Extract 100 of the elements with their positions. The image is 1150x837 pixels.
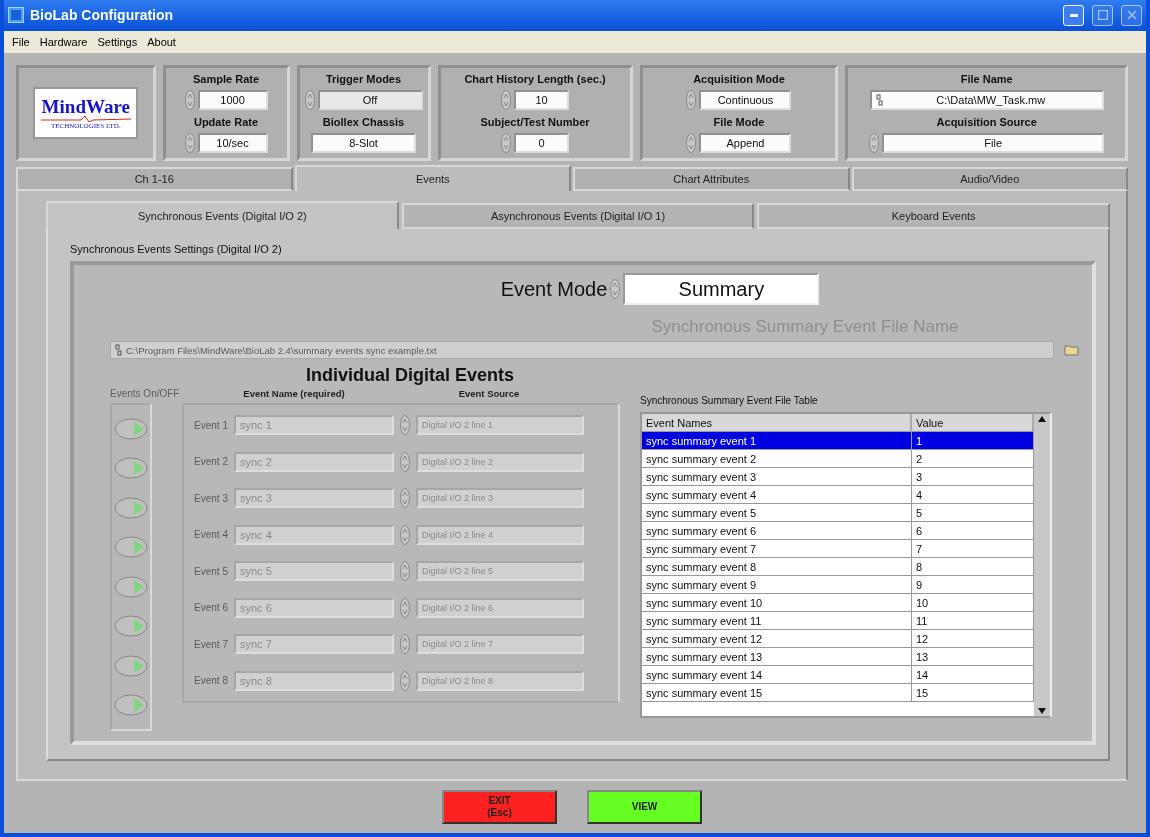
section-label: Synchronous Events Settings (Digital I/O 2): [70, 243, 283, 255]
scrollbar[interactable]: [1034, 414, 1050, 716]
field-label: File Name: [960, 72, 1013, 85]
field-label: Event Mode: [500, 277, 608, 301]
field-label: Acquisition Mode: [693, 72, 785, 85]
menu-item[interactable]: Hardware: [39, 35, 88, 48]
path-field[interactable]: C:\Program Files\MindWare\BioLab 2.4\summary events sync example.txt: [110, 341, 1054, 359]
table-cell[interactable]: sync summary event 6: [642, 522, 912, 540]
table-cell[interactable]: 8: [912, 558, 1034, 576]
table-title: Synchronous Summary Event File Table: [640, 395, 819, 406]
table-cell[interactable]: 12: [912, 630, 1034, 648]
tab[interactable]: Asynchronous Events (Digital I/O 1): [401, 203, 755, 229]
scroll-down-icon[interactable]: [1037, 706, 1047, 716]
spinner-icon[interactable]: [869, 133, 880, 154]
window-title: BioLab Configuration: [30, 7, 175, 24]
spinner-icon[interactable]: [184, 90, 195, 111]
value-field[interactable]: Continuous: [699, 90, 792, 111]
tab[interactable]: Synchronous Events (Digital I/O 2): [46, 201, 399, 229]
table-cell[interactable]: 6: [912, 522, 1034, 540]
folder-icon[interactable]: [1064, 344, 1080, 356]
menu-item[interactable]: About: [147, 35, 176, 48]
close-icon: [1126, 10, 1137, 21]
spinner-icon[interactable]: [501, 90, 511, 111]
spinner-icon[interactable]: [686, 90, 697, 111]
field-label: Acquisition Source: [936, 115, 1037, 128]
spinner-icon[interactable]: [400, 597, 410, 618]
table-cell[interactable]: sync summary event 12: [642, 630, 912, 648]
column-header[interactable]: Value: [912, 414, 1034, 432]
event-label: Event 2: [193, 456, 228, 468]
spinner-icon[interactable]: [304, 90, 315, 111]
table-cell[interactable]: sync summary event 14: [642, 666, 912, 684]
spinner-icon[interactable]: [400, 634, 410, 655]
table-cell[interactable]: 11: [912, 612, 1034, 630]
table-cell[interactable]: sync summary event 13: [642, 648, 912, 666]
field-label: Trigger Modes: [325, 72, 402, 85]
field-label: Subject/Test Number: [480, 115, 590, 128]
event-label: Event 7: [193, 638, 228, 650]
table-cell[interactable]: sync summary event 10: [642, 594, 912, 612]
path-field[interactable]: C:\Data\MW_Task.mw: [869, 90, 1104, 111]
tab[interactable]: Events: [294, 165, 571, 191]
action-button[interactable]: VIEW: [587, 790, 702, 824]
maximize-button[interactable]: [1092, 4, 1113, 26]
field-label: Chart History Length (sec.): [464, 72, 606, 85]
minimize-button[interactable]: [1063, 4, 1084, 26]
spinner-icon[interactable]: [686, 133, 697, 154]
table-cell[interactable]: 15: [912, 684, 1034, 702]
spinner-icon[interactable]: [184, 133, 195, 154]
action-button[interactable]: EXIT (Esc): [442, 790, 557, 824]
table-cell[interactable]: sync summary event 3: [642, 468, 912, 486]
event-mode-field[interactable]: Summary: [623, 273, 820, 305]
event-label: Event 4: [193, 529, 228, 541]
table-cell[interactable]: 1: [912, 432, 1034, 450]
scroll-up-icon[interactable]: [1037, 414, 1047, 424]
spinner-icon[interactable]: [501, 133, 511, 154]
spinner-icon[interactable]: [400, 670, 410, 691]
spinner-icon[interactable]: [400, 451, 410, 472]
table-cell[interactable]: 9: [912, 576, 1034, 594]
table-cell[interactable]: 2: [912, 450, 1034, 468]
value-field[interactable]: File: [882, 133, 1105, 154]
table-cell[interactable]: sync summary event 11: [642, 612, 912, 630]
event-label: Event 6: [193, 602, 228, 614]
value-field[interactable]: Append: [699, 133, 792, 154]
logo-name: MindWare: [41, 96, 130, 116]
table-cell[interactable]: sync summary event 1: [642, 432, 912, 450]
table-cell[interactable]: 13: [912, 648, 1034, 666]
value-field[interactable]: 1000: [197, 90, 268, 111]
table-cell[interactable]: 4: [912, 486, 1034, 504]
field-label: Sample Rate: [193, 72, 260, 85]
tab[interactable]: Keyboard Events: [757, 203, 1110, 229]
value-field[interactable]: 0: [514, 133, 569, 154]
table-cell[interactable]: sync summary event 2: [642, 450, 912, 468]
table-cell[interactable]: 5: [912, 504, 1034, 522]
spinner-icon[interactable]: [400, 561, 410, 582]
table-cell[interactable]: sync summary event 15: [642, 684, 912, 702]
table-cell[interactable]: 14: [912, 666, 1034, 684]
value-field[interactable]: 10/sec: [197, 133, 268, 154]
table-cell[interactable]: sync summary event 7: [642, 540, 912, 558]
column-header[interactable]: Event Names: [642, 414, 912, 432]
column-header: Event Name (required): [242, 388, 346, 399]
table-cell[interactable]: 10: [912, 594, 1034, 612]
table-cell[interactable]: 3: [912, 468, 1034, 486]
tab[interactable]: Chart Attributes: [573, 167, 850, 191]
table-cell[interactable]: sync summary event 8: [642, 558, 912, 576]
tab[interactable]: Ch 1-16: [16, 167, 293, 191]
path-icon[interactable]: [875, 94, 884, 107]
table-cell[interactable]: 7: [912, 540, 1034, 558]
spinner-icon[interactable]: [400, 415, 410, 436]
table-cell[interactable]: sync summary event 9: [642, 576, 912, 594]
tab[interactable]: Audio/Video: [851, 167, 1128, 191]
menu-item[interactable]: Settings: [97, 35, 138, 48]
spinner-icon[interactable]: [400, 524, 410, 545]
path-icon[interactable]: [115, 344, 123, 356]
table-cell[interactable]: sync summary event 5: [642, 504, 912, 522]
value-field[interactable]: 8-Slot: [311, 133, 416, 154]
spinner-icon[interactable]: [610, 279, 621, 299]
table-cell[interactable]: sync summary event 4: [642, 486, 912, 504]
menu-item[interactable]: File: [12, 35, 30, 48]
close-button[interactable]: [1121, 4, 1142, 26]
spinner-icon[interactable]: [400, 488, 410, 509]
value-field[interactable]: 10: [514, 90, 569, 111]
